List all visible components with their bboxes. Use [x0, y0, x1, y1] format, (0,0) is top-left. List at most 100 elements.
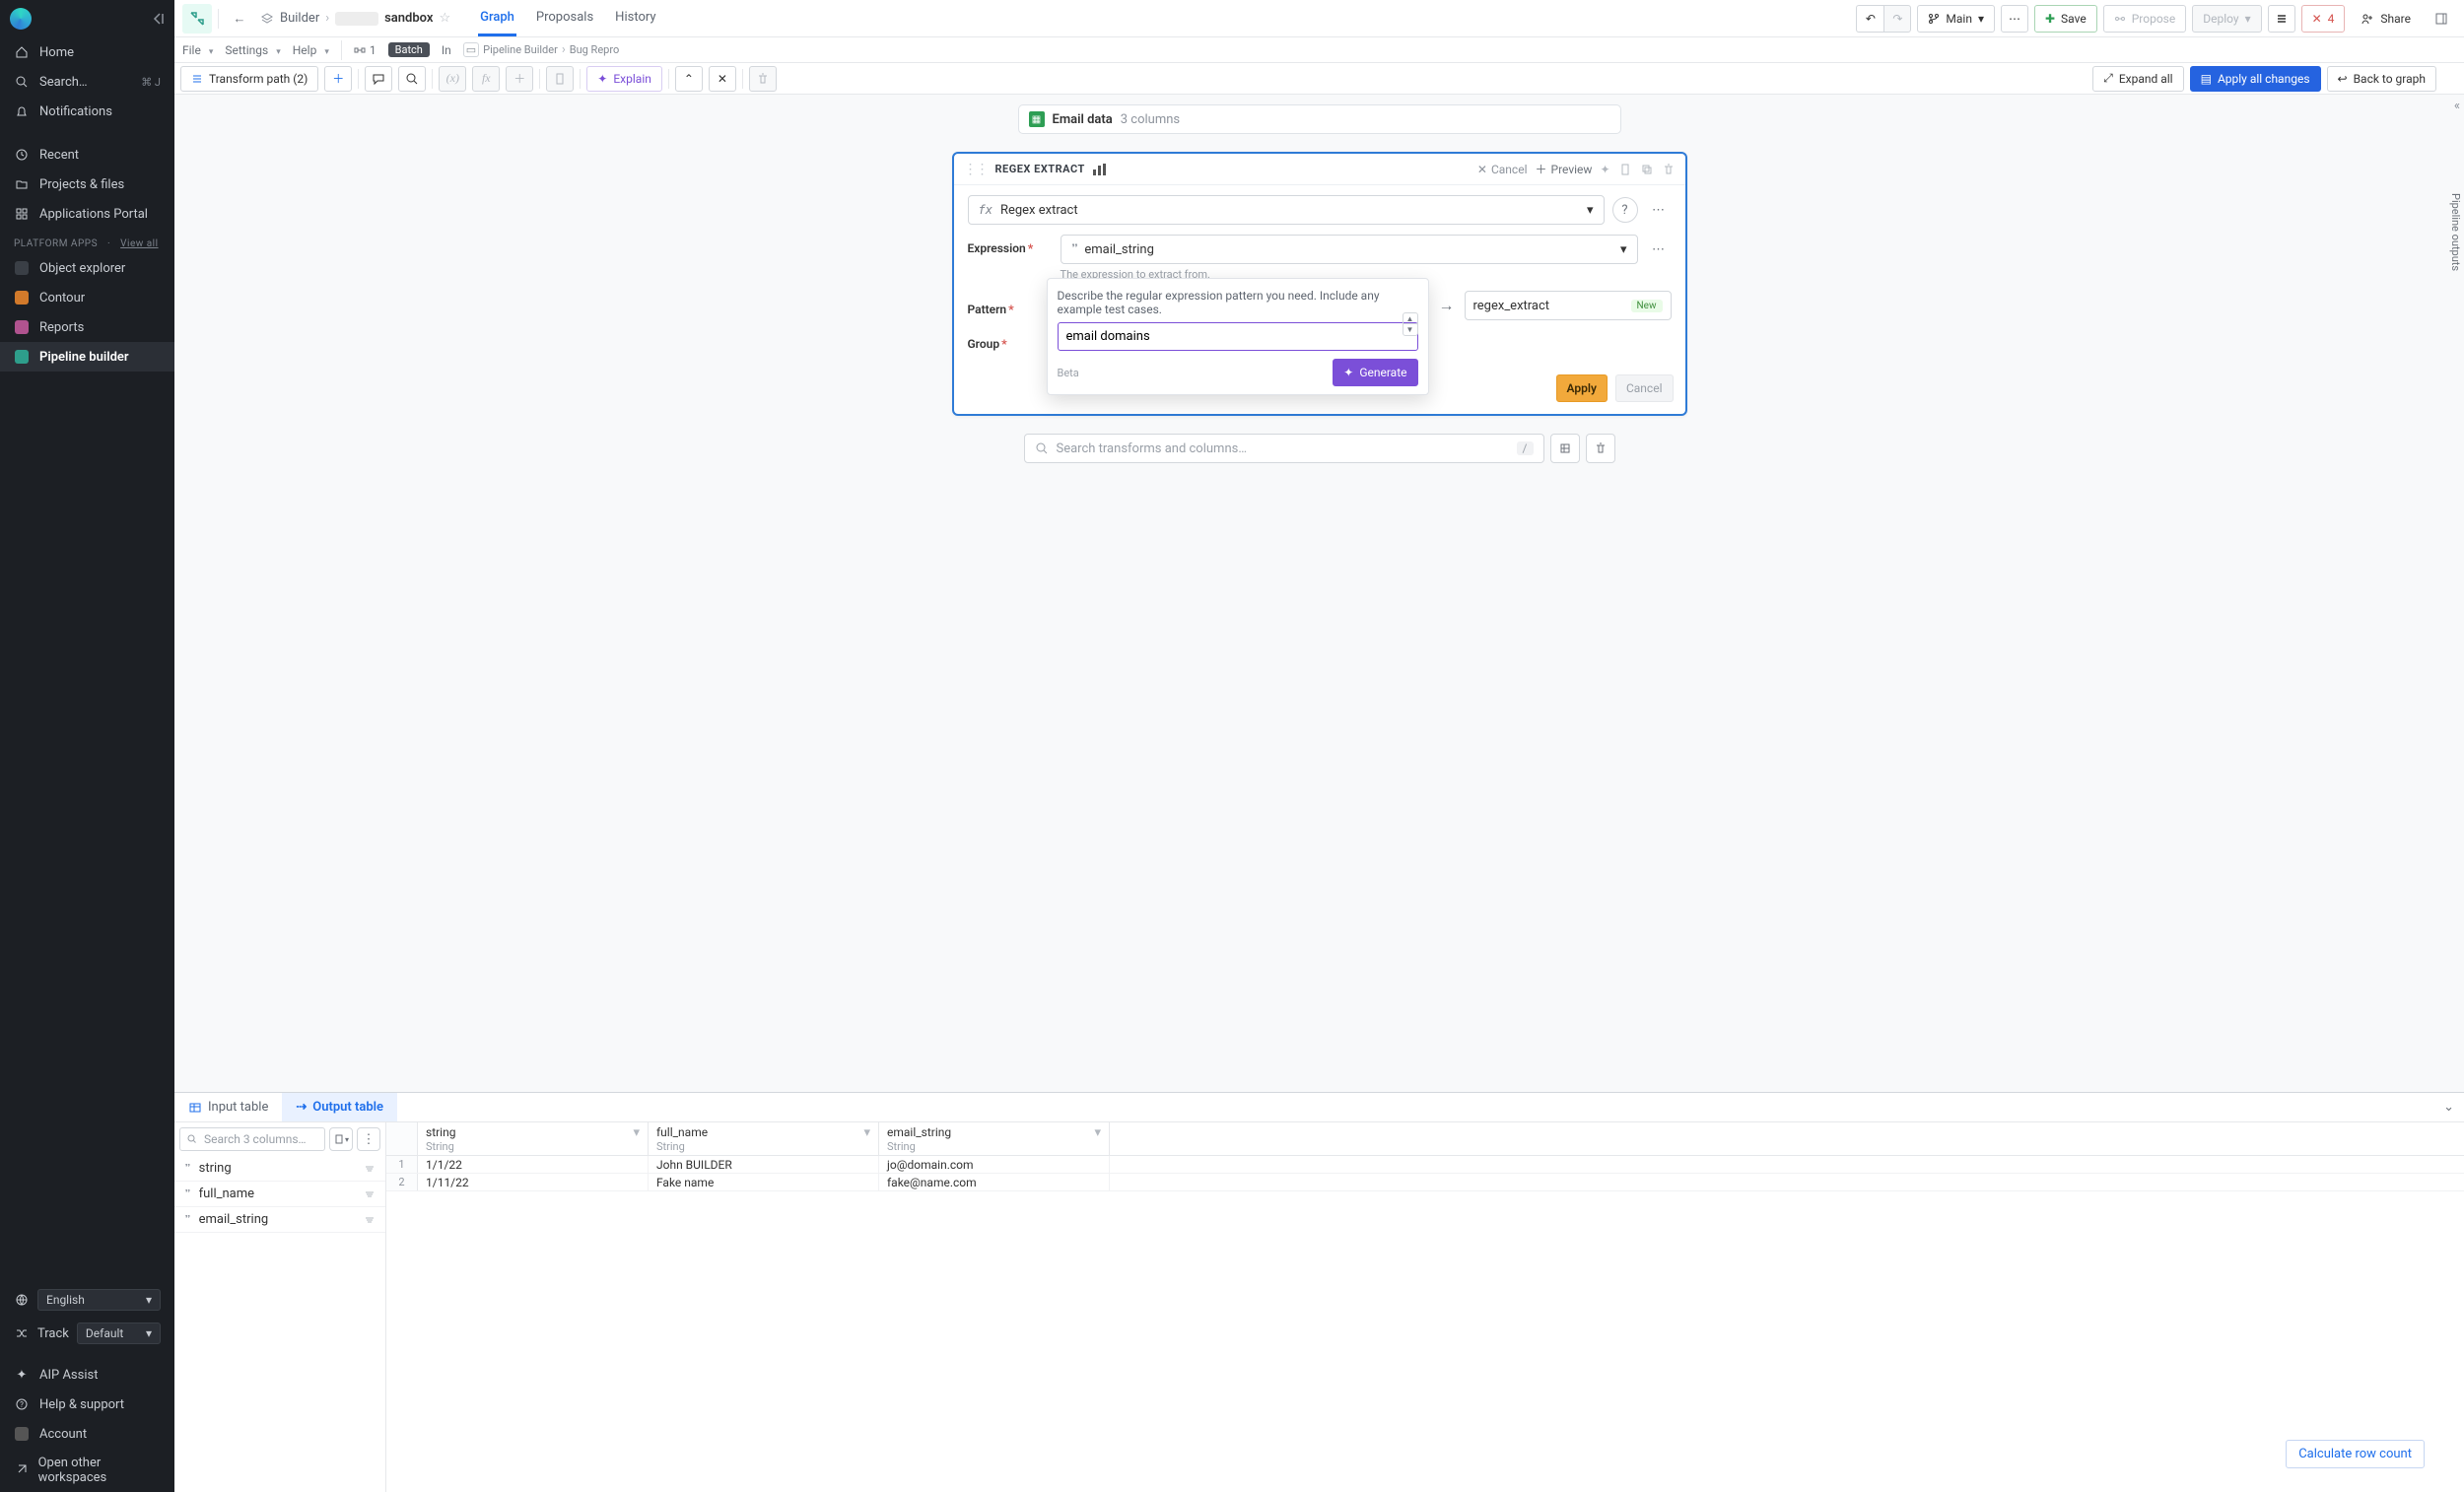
- output-column-field[interactable]: regex_extract New: [1465, 291, 1672, 320]
- tab-input-table[interactable]: Input table: [174, 1093, 282, 1121]
- project-path[interactable]: ▭ Pipeline Builder Bug Repro: [463, 42, 619, 57]
- tab-history[interactable]: History: [613, 0, 657, 36]
- bulb-icon[interactable]: ✦: [1600, 163, 1609, 176]
- cancel-button[interactable]: Cancel: [1615, 374, 1674, 402]
- branch-more-button[interactable]: ⋯: [2001, 5, 2028, 33]
- cell[interactable]: jo@domain.com: [879, 1156, 1110, 1173]
- sidebar-item-projects[interactable]: Projects & files: [0, 170, 174, 199]
- generate-button[interactable]: ✦ Generate: [1333, 359, 1417, 386]
- drag-handle-icon[interactable]: ⋮⋮: [964, 162, 988, 177]
- table-row[interactable]: 11/1/22John BUILDERjo@domain.com: [386, 1156, 2464, 1174]
- column-clipboard-button[interactable]: ▾: [329, 1127, 353, 1151]
- clipboard-icon[interactable]: [1618, 163, 1632, 176]
- help-icon[interactable]: ?: [1612, 197, 1638, 223]
- function-select[interactable]: fx Regex extract ▾: [968, 195, 1605, 225]
- calculate-row-count-button[interactable]: Calculate row count: [2286, 1440, 2425, 1468]
- sidebar-item-notifications[interactable]: Notifications: [0, 97, 174, 126]
- nav-back-icon[interactable]: ←: [225, 4, 254, 34]
- tab-graph[interactable]: Graph: [478, 0, 516, 36]
- collapse-up-button[interactable]: ⌃: [675, 66, 703, 92]
- column-menu-button[interactable]: ⋮: [357, 1127, 380, 1151]
- expression-field[interactable]: ❞email_string ▾: [1061, 235, 1638, 264]
- cell[interactable]: John BUILDER: [649, 1156, 879, 1173]
- expand-all-button[interactable]: ⤢ Expand all: [2092, 66, 2183, 92]
- branch-select[interactable]: Main ▾: [1917, 5, 1995, 33]
- open-catalog-button[interactable]: [1550, 434, 1580, 463]
- column-menu-icon[interactable]: ▾: [863, 1125, 870, 1140]
- error-count-button[interactable]: ✕ 4: [2301, 5, 2346, 33]
- transform-search-input[interactable]: Search transforms and columns… /: [1024, 434, 1544, 463]
- preview-expand-icon[interactable]: ⌄: [2433, 1093, 2464, 1121]
- ai-prompt-input[interactable]: [1058, 322, 1418, 351]
- sidebar-item-recent[interactable]: Recent: [0, 140, 174, 170]
- back-to-graph-button[interactable]: ↩ Back to graph: [2327, 66, 2436, 92]
- editor-cancel-link[interactable]: ✕ Cancel: [1477, 163, 1528, 176]
- delete-transform-button[interactable]: [749, 66, 777, 92]
- more-icon[interactable]: ⋯: [1646, 197, 1672, 223]
- sort-icon[interactable]: [364, 1214, 376, 1226]
- cell[interactable]: 1/1/22: [418, 1156, 649, 1173]
- column-header[interactable]: string ▾ String: [418, 1122, 649, 1155]
- sidebar-item-applications[interactable]: Applications Portal: [0, 199, 174, 229]
- sidebar-app-object-explorer[interactable]: Object explorer: [0, 253, 174, 283]
- column-menu-icon[interactable]: ▾: [633, 1125, 640, 1140]
- var-button[interactable]: (x): [439, 66, 466, 92]
- column-header[interactable]: full_name ▾ String: [649, 1122, 879, 1155]
- sidebar-collapse-icon[interactable]: [151, 12, 165, 26]
- settings-button[interactable]: [2268, 5, 2295, 33]
- save-button[interactable]: ✚ Save: [2034, 5, 2097, 33]
- spinner-down-icon[interactable]: ▼: [1403, 324, 1417, 335]
- star-icon[interactable]: ☆: [439, 11, 450, 26]
- add-transform-button[interactable]: ＋: [324, 66, 352, 92]
- column-item[interactable]: ❞ email_string: [174, 1207, 385, 1233]
- column-menu-icon[interactable]: ▾: [1094, 1125, 1101, 1140]
- deploy-button[interactable]: Deploy ▾: [2192, 5, 2261, 33]
- view-all-link[interactable]: View all: [120, 238, 158, 249]
- apply-all-button[interactable]: ▤ Apply all changes: [2190, 66, 2321, 92]
- menu-settings[interactable]: Settings: [225, 43, 280, 57]
- menu-file[interactable]: File: [182, 43, 213, 57]
- editor-preview-link[interactable]: ＋ Preview: [1535, 161, 1592, 177]
- plus-button[interactable]: ＋: [506, 66, 533, 92]
- undo-button[interactable]: ↶: [1856, 5, 1883, 33]
- column-header[interactable]: email_string ▾ String: [879, 1122, 1110, 1155]
- track-select[interactable]: Default▾: [77, 1322, 161, 1344]
- redo-button[interactable]: ↷: [1883, 5, 1911, 33]
- cell[interactable]: fake@name.com: [879, 1174, 1110, 1190]
- sort-icon[interactable]: [364, 1188, 376, 1200]
- trash-icon[interactable]: [1662, 163, 1676, 176]
- explain-button[interactable]: ✦ Explain: [586, 66, 662, 92]
- close-transform-button[interactable]: ✕: [709, 66, 736, 92]
- field-more-icon[interactable]: ⋯: [1646, 237, 1672, 262]
- delete-search-button[interactable]: [1586, 434, 1615, 463]
- sidebar-item-workspaces[interactable]: Open other workspaces: [0, 1449, 174, 1492]
- sidebar-item-help[interactable]: ? Help & support: [0, 1390, 174, 1419]
- comment-button[interactable]: [365, 66, 392, 92]
- cell[interactable]: 1/11/22: [418, 1174, 649, 1190]
- sidebar-app-reports[interactable]: Reports: [0, 312, 174, 342]
- breadcrumb-parent[interactable]: Builder: [280, 11, 319, 26]
- panel-toggle-icon[interactable]: [2427, 4, 2456, 34]
- column-item[interactable]: ❞ string: [174, 1156, 385, 1182]
- fx-button[interactable]: fx: [472, 66, 500, 92]
- sidebar-item-aip-assist[interactable]: ✦ AIP Assist: [0, 1360, 174, 1390]
- zoom-button[interactable]: [398, 66, 426, 92]
- sidebar-app-contour[interactable]: Contour: [0, 283, 174, 312]
- dataset-node[interactable]: ▦ Email data 3 columns: [1018, 104, 1621, 134]
- propose-button[interactable]: Propose: [2103, 5, 2187, 33]
- sort-icon[interactable]: [364, 1163, 376, 1175]
- clipboard-button[interactable]: [546, 66, 574, 92]
- menu-help[interactable]: Help: [293, 43, 329, 57]
- sidebar-item-search[interactable]: Search… ⌘ J: [0, 67, 174, 97]
- sidebar-app-pipeline-builder[interactable]: Pipeline builder: [0, 342, 174, 372]
- column-item[interactable]: ❞ full_name: [174, 1182, 385, 1207]
- transform-path-select[interactable]: Transform path (2): [180, 66, 318, 92]
- cell[interactable]: Fake name: [649, 1174, 879, 1190]
- app-icon[interactable]: [182, 4, 212, 34]
- column-search-input[interactable]: Search 3 columns…: [179, 1127, 325, 1151]
- language-select[interactable]: English▾: [37, 1289, 161, 1311]
- sidebar-item-home[interactable]: Home: [0, 37, 174, 67]
- apply-button[interactable]: Apply: [1556, 374, 1608, 402]
- spinner-up-icon[interactable]: ▲: [1403, 313, 1417, 324]
- sidebar-item-account[interactable]: Account: [0, 1419, 174, 1449]
